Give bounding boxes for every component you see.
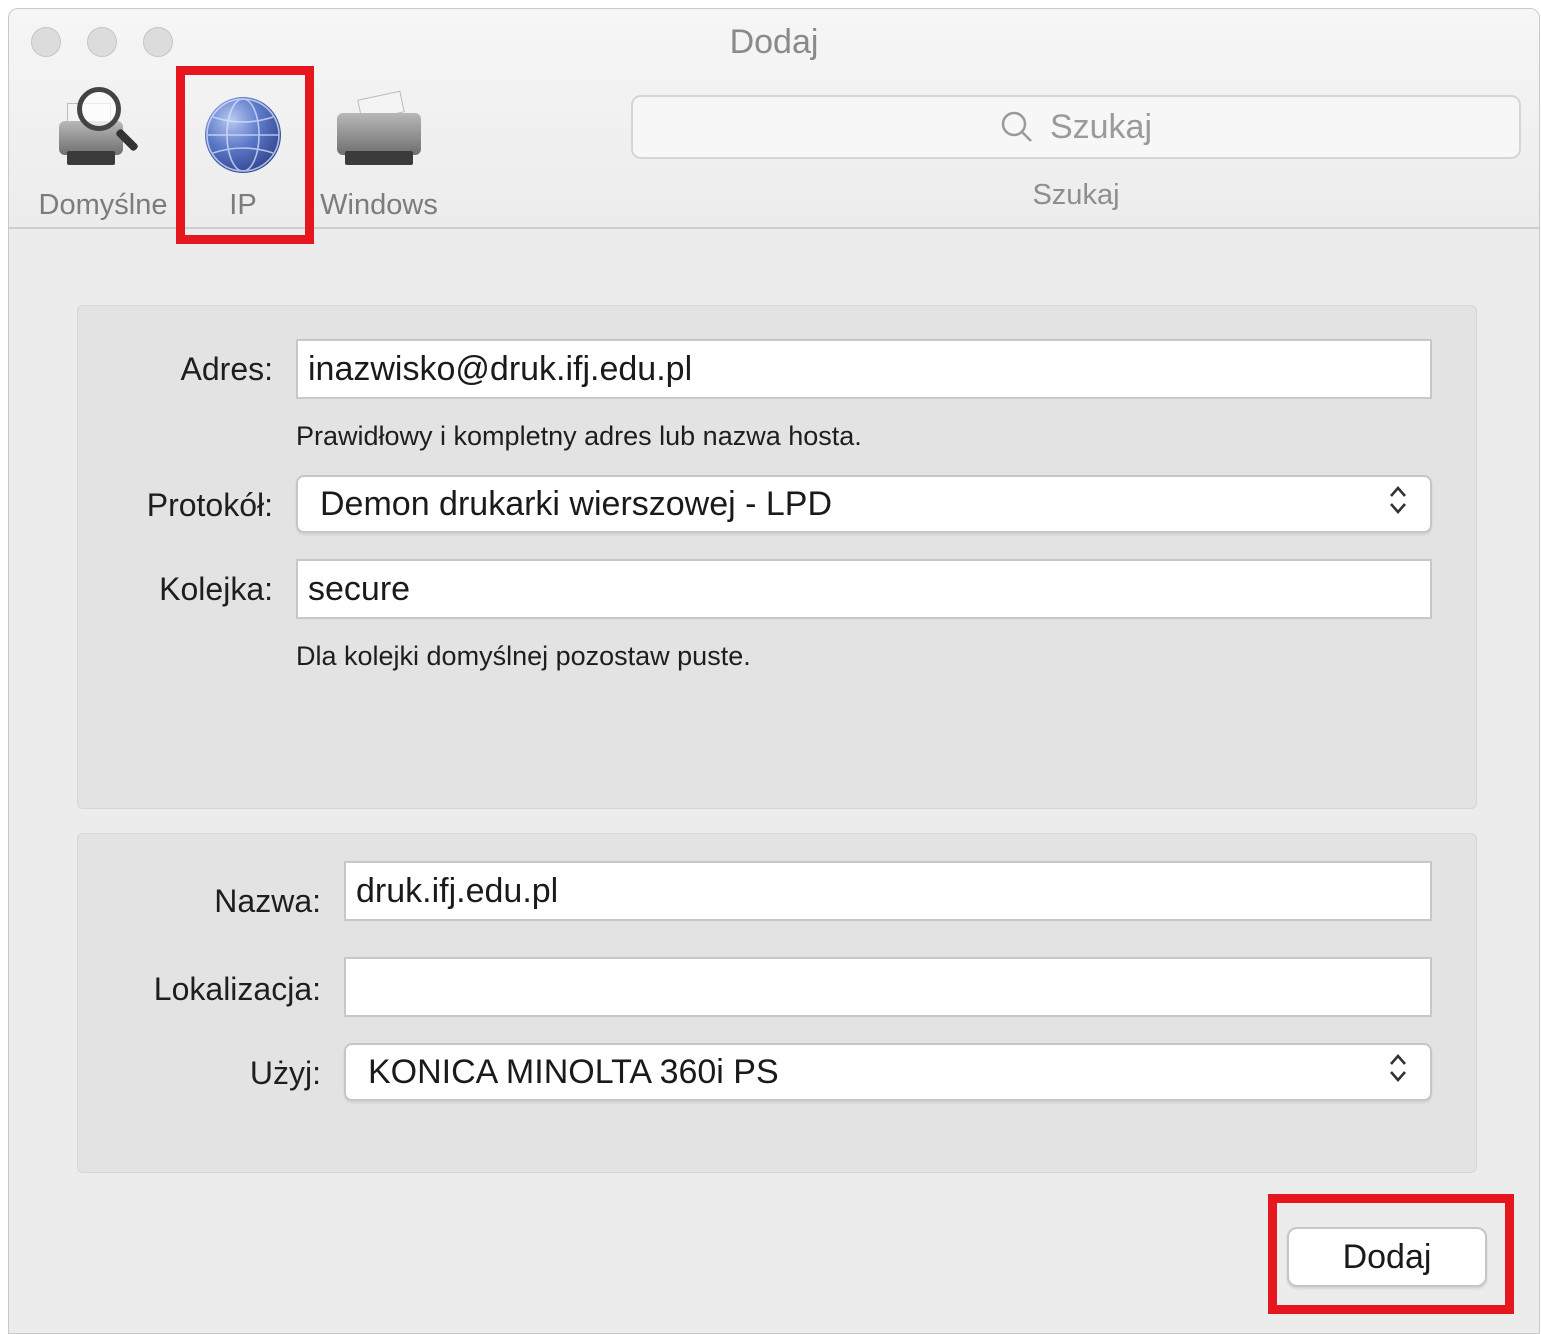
queue-label: Kolejka: <box>159 571 273 607</box>
toolbar-item-label: IP <box>229 189 257 221</box>
globe-icon <box>177 81 309 173</box>
search-label: Szukaj <box>1032 179 1120 211</box>
printer-magnifier-icon <box>29 81 177 171</box>
toolbar-item-ip[interactable]: IP <box>177 81 309 222</box>
updown-chevron-icon <box>1388 483 1408 526</box>
add-printer-window: Dodaj Domyślne IP Windows Szukaj Szukaj … <box>8 8 1540 1334</box>
location-label: Lokalizacja: <box>153 971 321 1007</box>
queue-field[interactable]: secure <box>296 559 1432 619</box>
toolbar-item-default[interactable]: Domyślne <box>29 81 177 222</box>
toolbar: Dodaj Domyślne IP Windows Szukaj Szukaj <box>9 9 1539 229</box>
add-button[interactable]: Dodaj <box>1287 1227 1487 1287</box>
location-field[interactable] <box>344 957 1432 1017</box>
window-title: Dodaj <box>729 23 819 61</box>
name-label: Nazwa: <box>214 883 321 919</box>
protocol-value: Demon drukarki wierszowej - LPD <box>320 484 833 523</box>
driver-value: KONICA MINOLTA 360i PS <box>368 1052 779 1091</box>
toolbar-item-label: Windows <box>320 189 438 221</box>
printer-icon <box>309 81 449 171</box>
name-field[interactable]: druk.ifj.edu.pl <box>344 861 1432 921</box>
address-field[interactable]: inazwisko@druk.ifj.edu.pl <box>296 339 1432 399</box>
queue-hint: Dla kolejki domyślnej pozostaw puste. <box>296 641 751 671</box>
toolbar-item-windows[interactable]: Windows <box>309 81 449 222</box>
address-hint: Prawidłowy i kompletny adres lub nazwa h… <box>296 421 862 451</box>
protocol-label: Protokół: <box>146 487 273 523</box>
use-label: Użyj: <box>249 1055 321 1091</box>
search-icon <box>1000 110 1034 144</box>
address-label: Adres: <box>180 351 273 387</box>
updown-chevron-icon <box>1388 1051 1408 1094</box>
search-placeholder: Szukaj <box>1049 107 1153 146</box>
search-field[interactable]: Szukaj <box>631 95 1521 159</box>
driver-select[interactable]: KONICA MINOLTA 360i PS <box>344 1043 1432 1101</box>
toolbar-item-label: Domyślne <box>38 189 168 221</box>
protocol-select[interactable]: Demon drukarki wierszowej - LPD <box>296 475 1432 533</box>
